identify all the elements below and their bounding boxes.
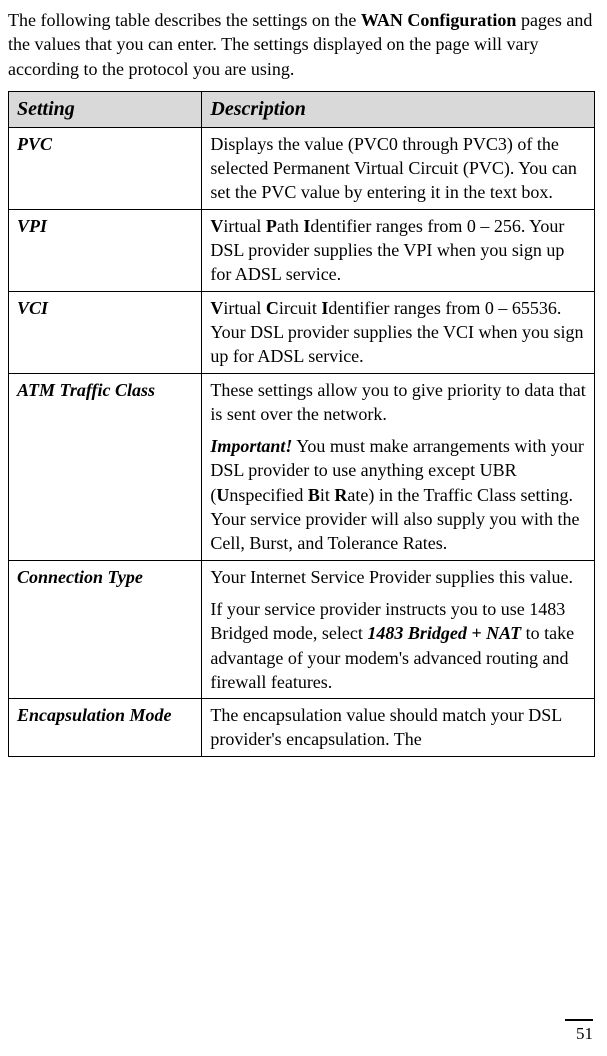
- atm-p2: Important! You must make arrangements wi…: [210, 434, 586, 555]
- table-header-row: Setting Description: [9, 91, 595, 127]
- header-description: Description: [202, 91, 595, 127]
- desc-vci: Virtual Circuit Identifier ranges from 0…: [202, 291, 595, 373]
- desc-conn: Your Internet Service Provider supplies …: [202, 560, 595, 698]
- intro-bold: WAN Configuration: [361, 10, 517, 30]
- table-row: VCI Virtual Circuit Identifier ranges fr…: [9, 291, 595, 373]
- table-row: PVC Displays the value (PVC0 through PVC…: [9, 127, 595, 209]
- table-row: VPI Virtual Path Identifier ranges from …: [9, 209, 595, 291]
- conn-p1: Your Internet Service Provider supplies …: [210, 565, 586, 589]
- desc-vpi: Virtual Path Identifier ranges from 0 – …: [202, 209, 595, 291]
- conn-p2: If your service provider instructs you t…: [210, 597, 586, 694]
- intro-paragraph: The following table describes the settin…: [8, 8, 595, 81]
- desc-pvc: Displays the value (PVC0 through PVC3) o…: [202, 127, 595, 209]
- setting-encap: Encapsulation Mode: [9, 699, 202, 757]
- setting-vpi: VPI: [9, 209, 202, 291]
- setting-pvc: PVC: [9, 127, 202, 209]
- setting-vci: VCI: [9, 291, 202, 373]
- atm-p1: These settings allow you to give priorit…: [210, 378, 586, 427]
- intro-prefix: The following table describes the settin…: [8, 10, 361, 30]
- setting-conn: Connection Type: [9, 560, 202, 698]
- header-setting: Setting: [9, 91, 202, 127]
- page-number: 51: [565, 1019, 593, 1046]
- settings-table: Setting Description PVC Displays the val…: [8, 91, 595, 757]
- setting-atm: ATM Traffic Class: [9, 373, 202, 560]
- desc-encap: The encapsulation value should match you…: [202, 699, 595, 757]
- table-row: ATM Traffic Class These settings allow y…: [9, 373, 595, 560]
- table-row: Connection Type Your Internet Service Pr…: [9, 560, 595, 698]
- table-row: Encapsulation Mode The encapsulation val…: [9, 699, 595, 757]
- desc-atm: These settings allow you to give priorit…: [202, 373, 595, 560]
